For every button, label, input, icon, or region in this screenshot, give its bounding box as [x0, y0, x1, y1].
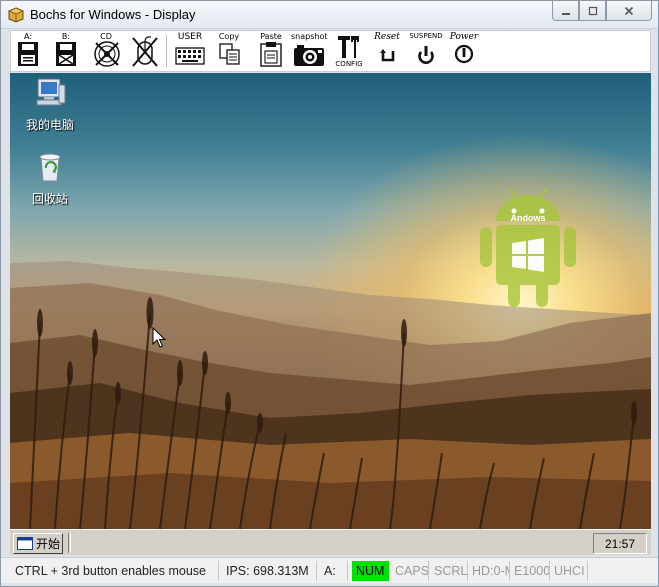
desktop-icon-label: 回收站	[31, 192, 68, 206]
floppy-disk-icon	[18, 42, 38, 66]
suspend-label: SUSPEND	[409, 32, 443, 40]
camera-icon	[294, 45, 324, 66]
snapshot-label: snapshot	[291, 32, 328, 41]
user-button[interactable]: USER	[174, 32, 206, 70]
start-button[interactable]: 开始	[13, 533, 63, 554]
logo-text: Andows	[511, 213, 546, 223]
toolbar-separator	[166, 35, 167, 67]
floppy-b-button[interactable]: B:	[53, 32, 79, 70]
guest-taskbar: 开始 21:57	[10, 529, 651, 555]
title-bar[interactable]: Bochs for Windows - Display	[1, 1, 658, 29]
status-scroll-lock: SCRL	[430, 561, 468, 581]
reset-button[interactable]: Reset	[371, 32, 403, 70]
copy-icon	[219, 43, 240, 65]
copy-button[interactable]: Copy	[216, 32, 242, 70]
floppy-disk-icon	[56, 42, 76, 66]
paste-icon	[260, 42, 282, 67]
maximize-icon	[588, 6, 597, 15]
mouse-pointer-icon	[152, 327, 166, 348]
minimize-button[interactable]	[552, 1, 579, 21]
cdrom-button[interactable]: CD	[91, 32, 121, 70]
guest-display[interactable]: Andows 我的电脑 回收站	[10, 73, 651, 529]
user-label: USER	[177, 32, 203, 42]
status-usb: UHCI	[550, 561, 588, 581]
taskbar-separator	[68, 533, 71, 553]
reset-icon	[380, 49, 395, 62]
suspend-button[interactable]: SUSPEND	[409, 32, 443, 70]
taskbar-clock: 21:57	[593, 533, 647, 554]
reset-label: Reset	[374, 32, 400, 42]
close-icon	[624, 6, 634, 15]
snapshot-button[interactable]: snapshot	[291, 32, 328, 70]
copy-label: Copy	[218, 32, 240, 41]
my-computer-icon	[36, 78, 66, 106]
recycle-bin-icon	[39, 153, 61, 182]
mouse-toggle-button[interactable]	[129, 32, 159, 70]
window-controls	[552, 1, 652, 21]
bochs-app-icon	[8, 7, 24, 23]
floppy-a-label: A:	[23, 32, 33, 41]
status-bar: CTRL + 3rd button enables mouse IPS: 698…	[1, 557, 658, 583]
status-mouse-hint: CTRL + 3rd button enables mouse	[11, 561, 219, 581]
paste-button[interactable]: Paste	[257, 32, 285, 70]
power-button[interactable]: Power	[447, 32, 481, 70]
mouse-icon	[132, 36, 158, 67]
status-num-lock: NUM	[352, 561, 389, 581]
status-network: E1000	[510, 561, 550, 581]
config-tools-icon	[338, 36, 359, 58]
close-button[interactable]	[606, 1, 652, 21]
floppy-a-button[interactable]: A:	[15, 32, 41, 70]
keyboard-icon	[175, 47, 205, 65]
config-label: CONFIG	[335, 60, 363, 68]
status-caps-lock: CAPS	[391, 561, 429, 581]
bochs-window: Bochs for Windows - Display A: B: CD USE…	[0, 0, 659, 587]
cdrom-icon	[94, 41, 120, 67]
power-icon	[454, 44, 474, 64]
config-button[interactable]: CONFIG	[333, 32, 365, 70]
bochs-toolbar: A: B: CD USER Copy Paste snapshot CONFIG…	[10, 30, 651, 72]
desktop-icon-label: 我的电脑	[25, 118, 74, 132]
maximize-button[interactable]	[579, 1, 606, 21]
suspend-icon	[418, 46, 434, 64]
status-drive-a: A:	[320, 561, 348, 581]
android-windows-logo: Andows	[480, 188, 576, 307]
power-label: Power	[449, 32, 479, 42]
status-hard-disk: HD:0-M	[468, 561, 510, 581]
desktop-icon-my-computer[interactable]: 我的电脑	[15, 77, 85, 133]
window-title: Bochs for Windows - Display	[30, 7, 196, 22]
status-ips: IPS: 698.313M	[222, 561, 317, 581]
start-window-icon	[17, 537, 33, 550]
minimize-icon	[561, 12, 570, 15]
paste-label: Paste	[260, 32, 282, 41]
floppy-b-label: B:	[61, 32, 71, 41]
start-label: 开始	[36, 537, 61, 551]
desktop-icon-recycle-bin[interactable]: 回收站	[15, 151, 85, 207]
